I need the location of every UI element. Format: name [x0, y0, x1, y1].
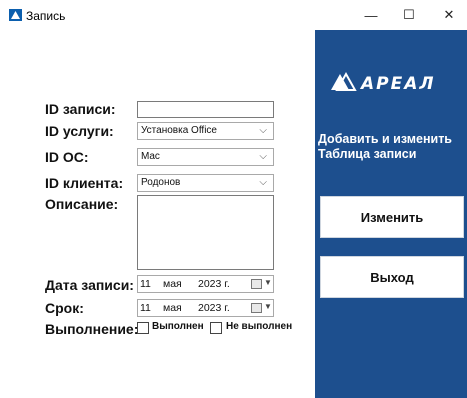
chevron-down-icon: ⌵	[259, 151, 267, 162]
deadline-label: Срок:	[45, 300, 84, 316]
deadline-date-year[interactable]: 2023 г.	[198, 302, 230, 314]
not-done-checkbox[interactable]	[210, 322, 222, 334]
close-button[interactable]: ✕	[431, 0, 467, 30]
id-record-label: ID записи:	[45, 101, 116, 117]
dropdown-arrow-icon[interactable]: ▼	[264, 278, 272, 287]
calendar-icon[interactable]	[251, 303, 262, 313]
side-caption-line1: Добавить и изменить	[318, 132, 452, 146]
id-client-value: Родонов	[141, 177, 181, 188]
id-client-label: ID клиента:	[45, 175, 124, 191]
deadline-date-month[interactable]: мая	[163, 302, 182, 314]
areal-logo: АРЕАЛ	[331, 71, 436, 94]
edit-button[interactable]: Изменить	[320, 196, 464, 238]
id-os-value: Mac	[141, 151, 160, 162]
minimize-button[interactable]: —	[353, 0, 389, 30]
calendar-icon[interactable]	[251, 279, 262, 289]
id-service-select[interactable]: Установка Office ⌵	[137, 122, 274, 140]
dropdown-arrow-icon[interactable]: ▼	[264, 302, 272, 311]
description-label: Описание:	[45, 196, 119, 212]
id-os-select[interactable]: Mac ⌵	[137, 148, 274, 166]
record-date-year[interactable]: 2023 г.	[198, 278, 230, 290]
side-panel: АРЕАЛ Добавить и изменить Таблица записи…	[315, 30, 467, 398]
chevron-down-icon: ⌵	[259, 177, 267, 188]
chevron-down-icon: ⌵	[259, 125, 267, 136]
record-date-picker[interactable]: 11 мая 2023 г. ▼	[137, 275, 274, 293]
id-service-value: Установка Office	[141, 125, 217, 136]
done-label[interactable]: Выполнен	[152, 321, 204, 332]
deadline-date-picker[interactable]: 11 мая 2023 г. ▼	[137, 299, 274, 317]
side-caption: Добавить и изменить Таблица записи	[318, 132, 452, 162]
not-done-label[interactable]: Не выполнен	[226, 321, 292, 332]
exit-button[interactable]: Выход	[320, 256, 464, 298]
done-checkbox[interactable]	[137, 322, 149, 334]
description-textarea[interactable]	[137, 195, 274, 270]
record-date-label: Дата записи:	[45, 277, 134, 293]
logo-text: АРЕАЛ	[359, 74, 436, 94]
maximize-button[interactable]: ☐	[391, 0, 427, 30]
record-date-day[interactable]: 11	[140, 278, 151, 290]
side-caption-line2: Таблица записи	[318, 147, 417, 161]
completion-label: Выполнение:	[45, 321, 139, 337]
id-client-select[interactable]: Родонов ⌵	[137, 174, 274, 192]
deadline-date-day[interactable]: 11	[140, 302, 151, 314]
id-record-field[interactable]	[137, 101, 274, 118]
record-date-month[interactable]: мая	[163, 278, 182, 290]
title-bar: Запись — ☐ ✕	[0, 0, 467, 30]
id-service-label: ID услуги:	[45, 123, 114, 139]
window-title: Запись	[26, 9, 66, 23]
id-os-label: ID ОС:	[45, 149, 89, 165]
app-logo-icon	[9, 9, 22, 21]
